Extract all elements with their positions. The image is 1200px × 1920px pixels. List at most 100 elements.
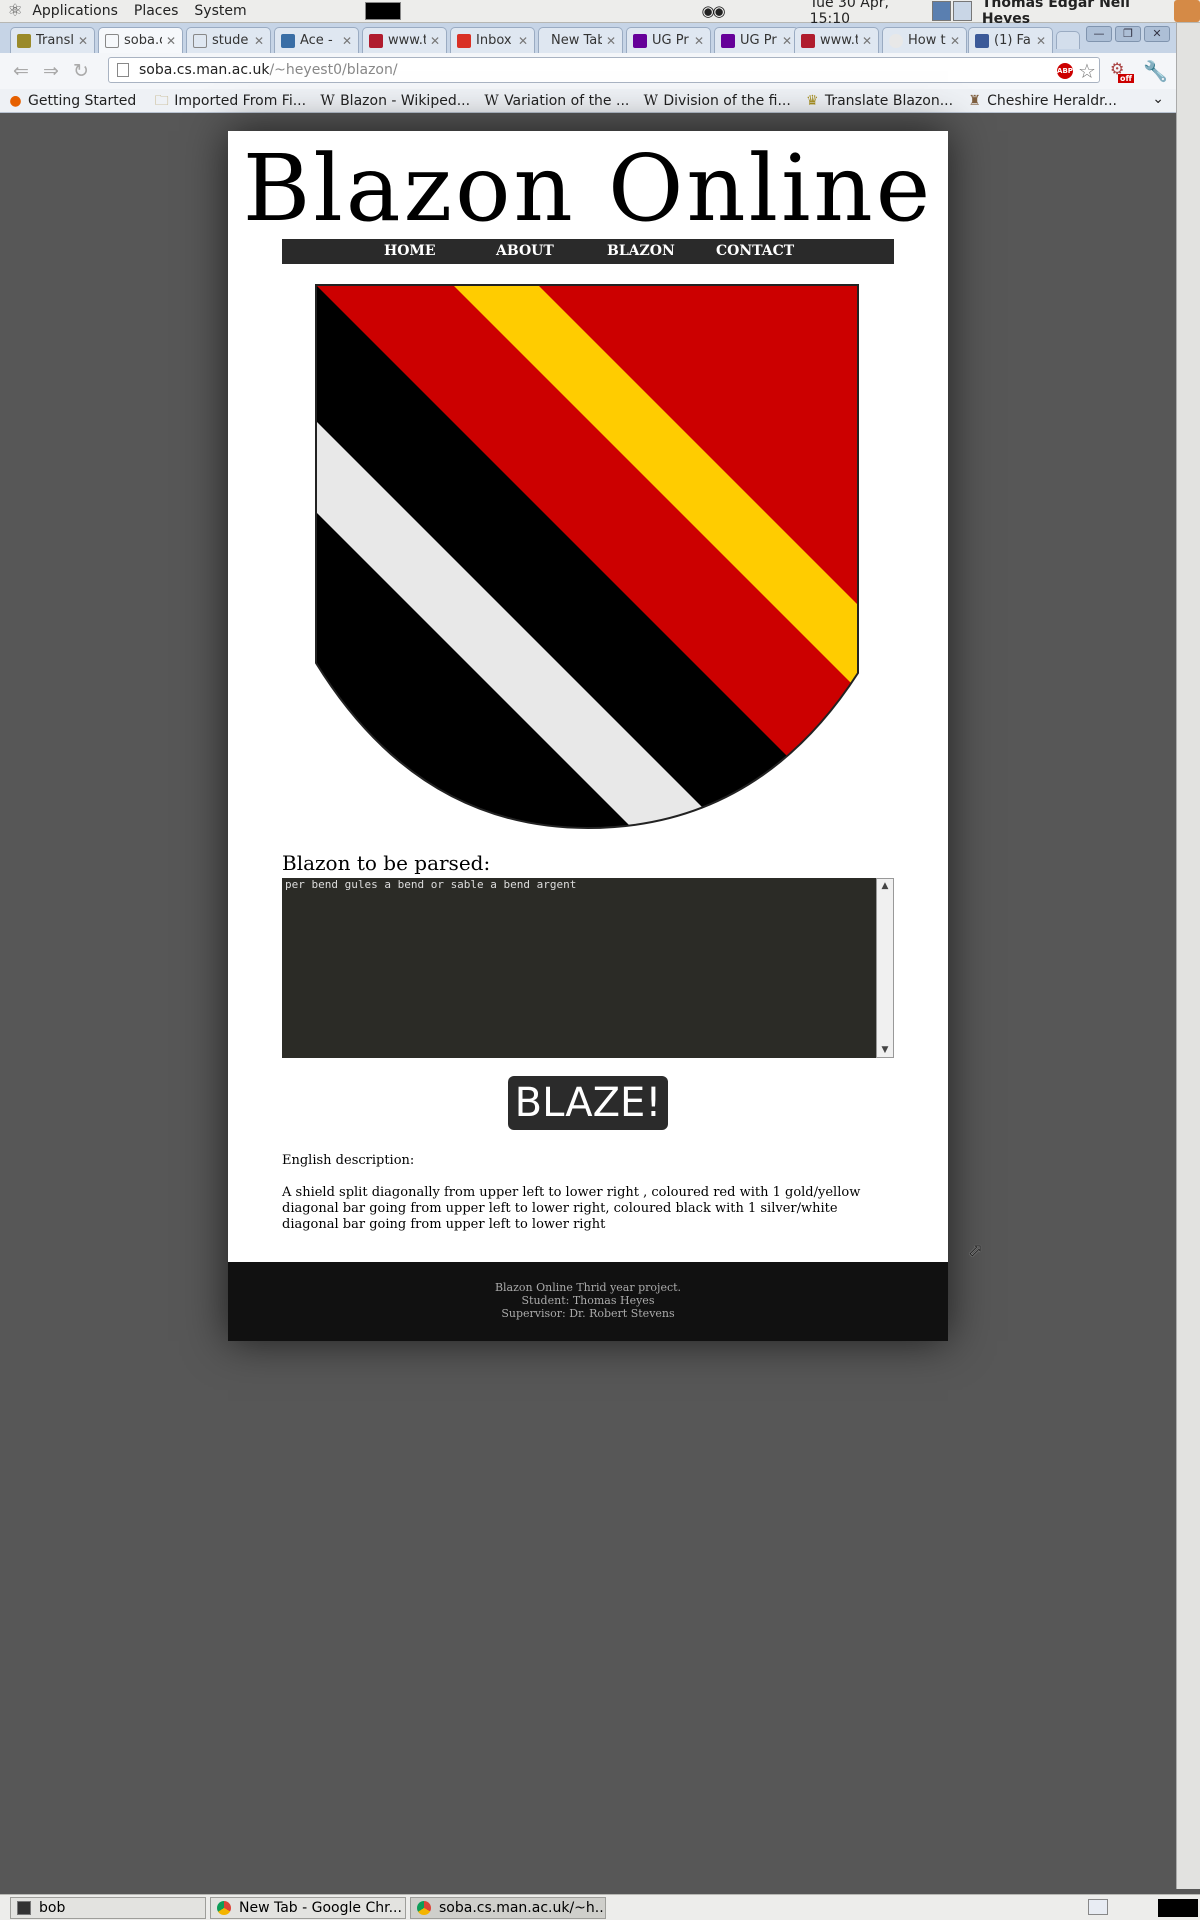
system-monitor-applet[interactable] [364,2,402,20]
tab-inbox[interactable]: Inbox ✕ [450,27,535,53]
close-icon[interactable]: ✕ [606,34,616,48]
tab-soba[interactable]: soba.c✕ [98,27,183,53]
applications-menu[interactable]: Applications [24,3,126,19]
bookmark-division[interactable]: W Division of the fi... [643,92,791,109]
blazon-input-scrollbar[interactable]: ▲ ▼ [876,878,894,1058]
url-path: /~heyest0/blazon/ [269,62,398,78]
bookmark-getting-started[interactable]: ● Getting Started [8,93,136,109]
reload-icon[interactable]: ↻ [66,60,96,82]
close-icon[interactable]: ✕ [862,34,872,48]
tab-facebook[interactable]: (1) Fa ✕ [968,27,1053,53]
page-icon [105,33,119,48]
workspace-switcher[interactable] [931,1,972,21]
new-tab-button[interactable] [1056,31,1080,49]
gnome-foot-icon[interactable]: ⚛ [6,1,24,21]
facebook-icon [975,33,989,48]
window-close-icon[interactable]: ✕ [1144,26,1170,42]
site-footer: Blazon Online Thrid year project. Studen… [228,1262,948,1341]
manchester-icon [721,33,735,48]
site-nav: HOME ABOUT BLAZON CONTACT [282,239,894,264]
lion-favicon-icon [17,33,31,48]
lion-icon: ♛ [806,92,819,109]
star-icon[interactable]: ☆ [1078,59,1096,83]
mouse-cursor-icon: ⬀ [968,1240,984,1261]
bookmark-cheshire-heraldry[interactable]: ♜ Cheshire Heraldr... [967,93,1117,109]
tab-how-to[interactable]: How t ✕ [882,27,967,53]
page-card: Blazon Online HOME ABOUT BLAZON CONTACT … [228,131,948,1341]
blazon-label: Blazon to be parsed: [282,851,491,875]
wrench-icon[interactable]: 🔧 [1143,59,1168,83]
system-menu[interactable]: System [186,3,254,19]
tab-translate[interactable]: Transl ✕ [10,27,95,53]
description-heading: English description: [282,1153,415,1168]
bookmark-variation[interactable]: W Variation of the ... [484,93,629,109]
nav-contact[interactable]: CONTACT [716,243,794,259]
page-icon [117,63,129,77]
bookmark-translate-blazon[interactable]: ♛ Translate Blazon... [805,93,953,109]
tab-ug-project-1[interactable]: UG Pr ✕ [626,27,711,53]
tab-strip: Transl✕ soba.c✕ stude✕ Ace -✕ www.t✕ Inb… [0,23,1176,53]
top-panel: ⚛ Applications Places System ◉◉ Tue 30 A… [0,0,1200,27]
url-host: soba.cs.man.ac.uk [139,62,270,78]
tab-ace[interactable]: Ace - ✕ [274,27,359,53]
folder-icon: 🗀 [154,92,169,109]
close-icon[interactable]: ✕ [78,34,88,48]
chrome-icon [417,1901,431,1915]
tab-student[interactable]: stude ✕ [186,27,271,53]
flag-icon [369,33,383,48]
tab-www-2[interactable]: www.t ✕ [794,27,879,53]
close-icon[interactable]: ✕ [1036,34,1046,48]
site-title: Blazon Online [242,135,934,242]
nav-about[interactable]: ABOUT [496,243,554,259]
tray-applet[interactable] [1158,1899,1198,1917]
bookmark-imported-folder[interactable]: 🗀 Imported From Fi... [154,93,306,109]
restore-icon[interactable]: ❐ [1115,26,1141,42]
close-icon[interactable]: ✕ [430,34,440,48]
blazon-input[interactable] [282,878,876,1058]
wikipedia-icon: W [320,92,335,109]
close-icon[interactable]: ✕ [950,34,960,48]
firefox-icon: ● [9,92,22,109]
adblock-icon[interactable]: ABP [1057,63,1073,79]
nav-home[interactable]: HOME [384,243,436,259]
taskbar-chrome-soba[interactable]: soba.cs.man.ac.uk/~h... [410,1897,606,1919]
browser-chrome: Transl✕ soba.c✕ stude✕ Ace -✕ www.t✕ Inb… [0,23,1176,113]
footer-line: Supervisor: Dr. Robert Stevens [501,1307,675,1320]
browser-toolbar: ⇐ ⇒ ↻ soba.cs.man.ac.uk /~heyest0/blazon… [0,53,1176,89]
chrome-icon [217,1901,231,1915]
tab-new-tab[interactable]: New Tab ✕ [538,27,623,53]
footer-line: Student: Thomas Heyes [521,1294,655,1307]
wikipedia-icon: W [643,92,659,109]
close-icon[interactable]: ✕ [342,34,352,48]
page-scrollbar[interactable] [1176,23,1200,1889]
tab-ug-project-2[interactable]: UG Pr ✕ [714,27,799,53]
scroll-up-icon[interactable]: ▲ [877,879,893,893]
close-icon[interactable]: ✕ [518,34,528,48]
address-bar[interactable]: soba.cs.man.ac.uk /~heyest0/blazon/ [108,57,1100,83]
taskbar-chrome-new-tab[interactable]: New Tab - Google Chr... [210,1897,406,1919]
back-icon[interactable]: ⇐ [6,60,36,82]
close-icon[interactable]: ✕ [166,34,176,48]
places-menu[interactable]: Places [126,3,187,19]
extension-off-icon[interactable]: ⚙ off [1110,59,1134,83]
description-text: A shield split diagonally from upper lef… [282,1185,861,1232]
close-icon[interactable]: ✕ [694,34,704,48]
scroll-down-icon[interactable]: ▼ [877,1043,893,1057]
face-icon [889,33,903,48]
nav-blazon[interactable]: BLAZON [607,243,675,259]
blaze-button[interactable]: BLAZE! [508,1076,668,1130]
forward-icon[interactable]: ⇒ [36,60,66,82]
user-avatar[interactable] [1174,0,1200,22]
window-controls: — ❐ ✕ [1086,26,1170,42]
page-icon [193,33,207,48]
taskbar-terminal[interactable]: bob [10,1897,206,1919]
flag-icon [801,33,815,48]
shield-image [315,284,859,830]
tab-www-1[interactable]: www.t ✕ [362,27,447,53]
chevron-down-icon[interactable]: ⌄ [1152,91,1164,107]
close-icon[interactable]: ✕ [254,34,264,48]
close-icon[interactable]: ✕ [782,34,792,48]
minimize-icon[interactable]: — [1086,26,1112,42]
bookmark-blazon-wikipedia[interactable]: W Blazon - Wikiped... [320,93,470,109]
tray-icon[interactable] [1088,1899,1108,1915]
